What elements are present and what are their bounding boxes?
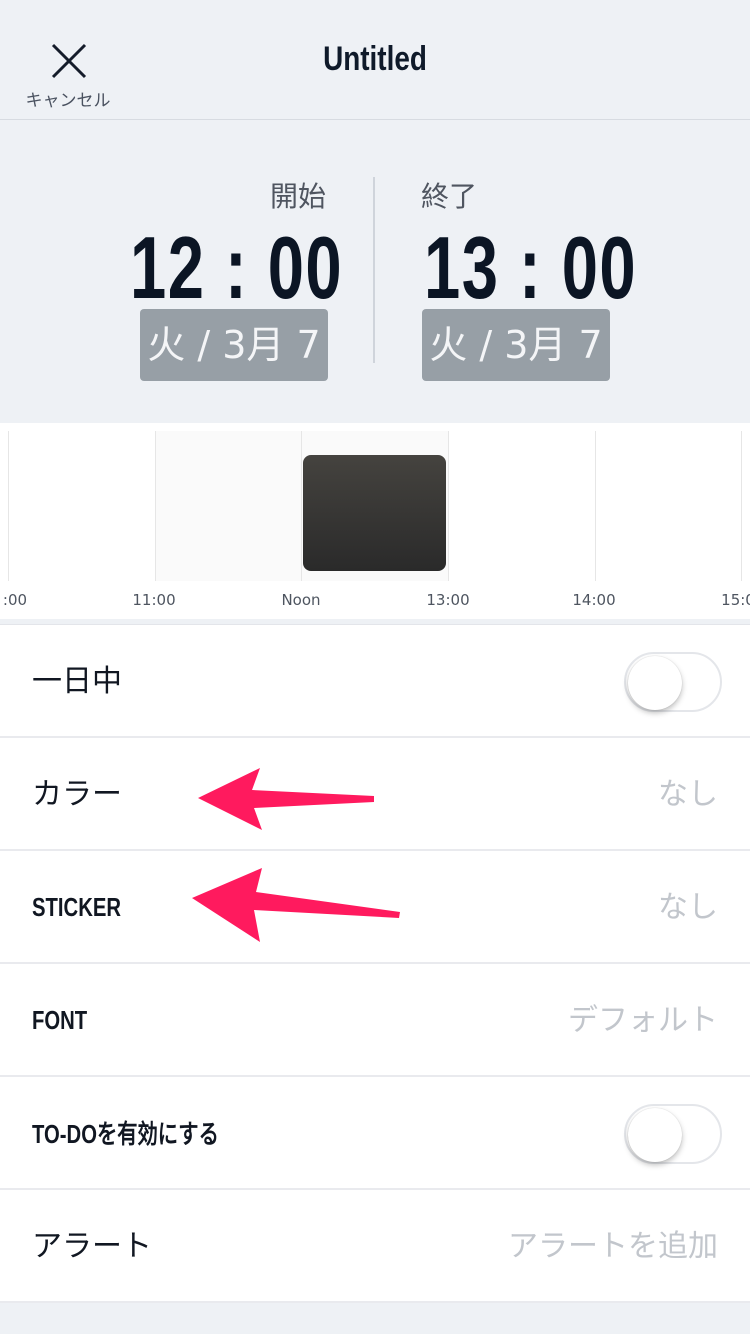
all-day-label: 一日中 — [32, 664, 122, 699]
alert-value: アラートを追加 — [508, 1229, 718, 1264]
font-label: FONT — [32, 1005, 88, 1035]
all-day-row: 一日中 — [0, 625, 750, 738]
timeline-tick: 15:0 — [721, 591, 750, 609]
timeline-tick: 11:00 — [132, 591, 176, 609]
start-label: 開始 — [270, 180, 327, 213]
timeline-gridline — [595, 431, 596, 581]
alert-row[interactable]: アラート アラートを追加 — [0, 1190, 750, 1303]
end-time[interactable]: 13 : 00 — [424, 217, 637, 319]
time-section: 開始 12 : 00 火 / 3月 7 終了 13 : 00 火 / 3月 7 — [0, 121, 750, 423]
sticker-label: STICKER — [32, 892, 122, 922]
nav-header: キャンセル Untitled — [0, 0, 750, 120]
sticker-value: なし — [658, 890, 718, 925]
start-time[interactable]: 12 : 00 — [130, 217, 343, 319]
end-label: 終了 — [421, 180, 478, 213]
start-date-chip[interactable]: 火 / 3月 7 — [140, 309, 328, 381]
time-divider — [373, 177, 375, 363]
timeline-gridline — [741, 431, 742, 581]
toggle-knob — [628, 1108, 682, 1162]
timeline-tick: :00 — [2, 591, 28, 609]
color-row[interactable]: カラー なし — [0, 738, 750, 851]
todo-row: TO-DOを有効にする — [0, 1077, 750, 1190]
todo-label: TO-DOを有効にする — [32, 1077, 254, 1191]
timeline-tick: 14:00 — [572, 591, 616, 609]
page-title[interactable]: Untitled — [68, 40, 683, 79]
color-label: カラー — [32, 777, 122, 812]
timeline-gridline — [448, 431, 449, 581]
color-value: なし — [658, 777, 718, 812]
sticker-row[interactable]: STICKER なし — [0, 851, 750, 964]
timeline-gridline — [301, 431, 302, 581]
timeline-tick: Noon — [281, 591, 321, 609]
font-row[interactable]: FONT デフォルト — [0, 964, 750, 1077]
todo-toggle[interactable] — [624, 1104, 722, 1164]
cancel-label: キャンセル — [25, 91, 111, 111]
settings-list: 一日中 カラー なし STICKER なし FONT デフォルト TO-DOを有… — [0, 624, 750, 1303]
timeline-gridline — [155, 431, 156, 581]
end-date-chip[interactable]: 火 / 3月 7 — [422, 309, 610, 381]
font-value: デフォルト — [568, 1003, 718, 1038]
event-block[interactable] — [303, 455, 446, 571]
timeline-gridline — [8, 431, 9, 581]
timeline[interactable]: :00 11:00 Noon 13:00 14:00 15:0 — [0, 423, 750, 619]
todo-label-text: TO-DOを有効にする — [32, 1119, 219, 1149]
alert-label: アラート — [32, 1229, 152, 1264]
timeline-tick: 13:00 — [426, 591, 470, 609]
all-day-toggle[interactable] — [624, 652, 722, 712]
toggle-knob — [628, 656, 682, 710]
